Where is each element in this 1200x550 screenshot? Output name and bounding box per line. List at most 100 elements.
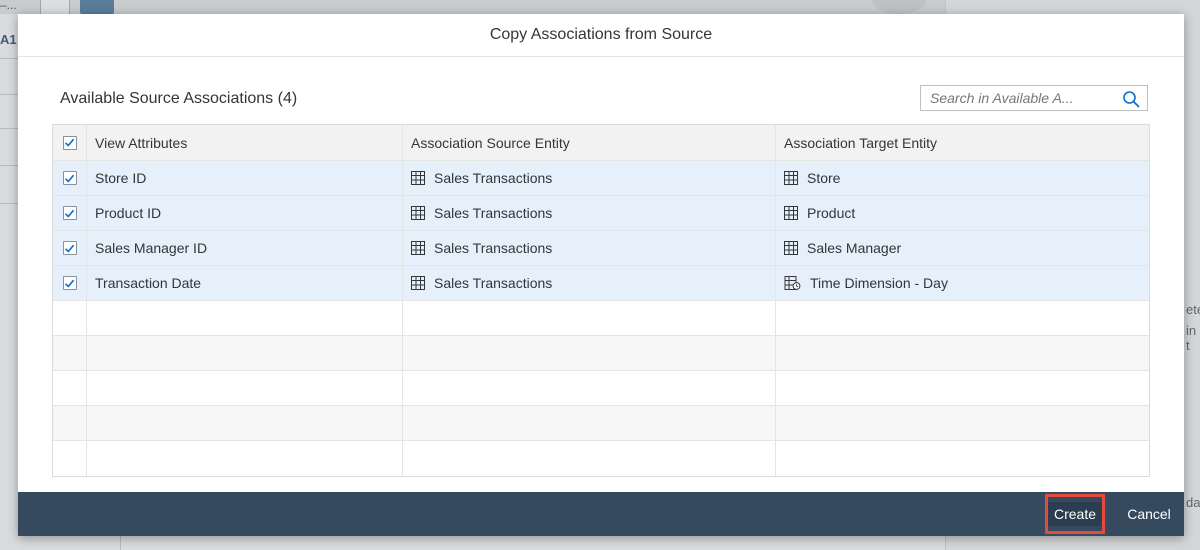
checkmark-icon	[64, 279, 75, 288]
table-icon	[411, 206, 425, 220]
divider	[0, 58, 18, 59]
table-icon	[411, 241, 425, 255]
search-input[interactable]	[921, 86, 1117, 110]
background-menu-button	[80, 0, 114, 14]
row-checkbox[interactable]	[62, 171, 77, 185]
row-select-cell	[53, 196, 87, 230]
empty-cell	[53, 301, 87, 335]
row-select-cell	[53, 266, 87, 300]
time-dimension-icon	[784, 276, 801, 290]
divider	[120, 535, 121, 550]
empty-cell	[87, 301, 403, 335]
dialog-footer: Create Cancel	[18, 492, 1184, 536]
source-entity-cell: Sales Transactions	[403, 231, 776, 265]
target-entity-cell: Product	[776, 196, 1149, 230]
divider	[0, 165, 18, 166]
search-field[interactable]	[920, 85, 1148, 111]
view-attribute-cell: Product ID	[87, 196, 403, 230]
background-text-fragment: ete	[1186, 302, 1200, 317]
target-entity-text: Store	[807, 170, 841, 186]
empty-cell	[53, 406, 87, 440]
empty-table-row	[53, 441, 1149, 476]
table-icon	[411, 171, 425, 185]
empty-table-row	[53, 406, 1149, 441]
create-button-label: Create	[1047, 502, 1103, 526]
table-icon	[784, 241, 798, 255]
table-row[interactable]: Product ID Sales Transactions Product	[53, 196, 1149, 231]
empty-cell	[87, 371, 403, 405]
table-row[interactable]: Transaction Date Sales Transactions Time D…	[53, 266, 1149, 301]
background-text-fragment: A1	[0, 32, 17, 47]
divider	[0, 203, 18, 204]
section-title: Available Source Associations (4)	[60, 90, 298, 107]
target-entity-cell: Store	[776, 161, 1149, 195]
empty-cell	[776, 441, 1149, 476]
view-attribute-text: Product ID	[95, 205, 162, 221]
empty-cell	[403, 406, 776, 440]
empty-cell	[403, 336, 776, 370]
source-entity-cell: Sales Transactions	[403, 196, 776, 230]
row-checkbox[interactable]	[62, 206, 77, 220]
select-all-cell	[53, 125, 87, 160]
target-entity-text: Time Dimension - Day	[810, 275, 948, 291]
source-entity-text: Sales Transactions	[434, 170, 553, 186]
empty-cell	[403, 441, 776, 476]
background-text-fragment: –...	[0, 0, 17, 12]
empty-cell	[53, 336, 87, 370]
create-button[interactable]: Create	[1045, 494, 1105, 534]
view-attribute-text: Sales Manager ID	[95, 240, 208, 256]
empty-table-row	[53, 371, 1149, 406]
empty-cell	[403, 371, 776, 405]
source-entity-cell: Sales Transactions	[403, 161, 776, 195]
source-entity-text: Sales Transactions	[434, 205, 553, 221]
empty-cell	[403, 301, 776, 335]
column-header-source-entity[interactable]: Association Source Entity	[403, 125, 776, 160]
target-entity-cell: Sales Manager	[776, 231, 1149, 265]
checkmark-icon	[64, 138, 75, 147]
divider	[0, 128, 18, 129]
table-header-row: View Attributes Association Source Entit…	[53, 125, 1149, 161]
row-select-cell	[53, 231, 87, 265]
column-header-view-attributes[interactable]: View Attributes	[87, 125, 403, 160]
divider	[0, 94, 18, 95]
checkmark-icon	[64, 244, 75, 253]
view-attribute-text: Store ID	[95, 170, 147, 186]
background-text-fragment: in t	[1186, 323, 1197, 353]
background-text-fragment: dat	[1186, 495, 1200, 510]
copy-associations-dialog: Copy Associations from Source Available …	[18, 14, 1184, 536]
empty-cell	[776, 371, 1149, 405]
empty-cell	[87, 406, 403, 440]
empty-cell	[87, 336, 403, 370]
dialog-header: Copy Associations from Source	[18, 14, 1184, 57]
view-attribute-cell: Sales Manager ID	[87, 231, 403, 265]
source-entity-text: Sales Transactions	[434, 275, 553, 291]
source-entity-text: Sales Transactions	[434, 240, 553, 256]
select-all-checkbox[interactable]	[62, 135, 77, 150]
target-entity-text: Product	[807, 205, 856, 221]
table-icon	[784, 206, 798, 220]
cancel-button[interactable]: Cancel	[1118, 492, 1180, 536]
table-icon	[411, 276, 425, 290]
associations-table: View Attributes Association Source Entit…	[52, 124, 1150, 477]
empty-cell	[776, 336, 1149, 370]
empty-table-row	[53, 336, 1149, 371]
target-entity-text: Sales Manager	[807, 240, 902, 256]
column-header-target-entity[interactable]: Association Target Entity	[776, 125, 1149, 160]
row-select-cell	[53, 161, 87, 195]
empty-cell	[53, 441, 87, 476]
table-icon	[784, 171, 798, 185]
dialog-title: Copy Associations from Source	[489, 26, 713, 43]
row-checkbox[interactable]	[62, 276, 77, 290]
empty-cell	[776, 406, 1149, 440]
search-icon[interactable]	[1122, 90, 1140, 108]
source-entity-cell: Sales Transactions	[403, 266, 776, 300]
table-row[interactable]: Store ID Sales Transactions Store	[53, 161, 1149, 196]
empty-cell	[53, 371, 87, 405]
empty-cell	[87, 441, 403, 476]
table-row[interactable]: Sales Manager ID Sales Transactions Sales …	[53, 231, 1149, 266]
view-attribute-text: Transaction Date	[95, 275, 202, 291]
row-checkbox[interactable]	[62, 241, 77, 255]
target-entity-cell: Time Dimension - Day	[776, 266, 1149, 300]
checkmark-icon	[64, 174, 75, 183]
checkmark-icon	[64, 209, 75, 218]
